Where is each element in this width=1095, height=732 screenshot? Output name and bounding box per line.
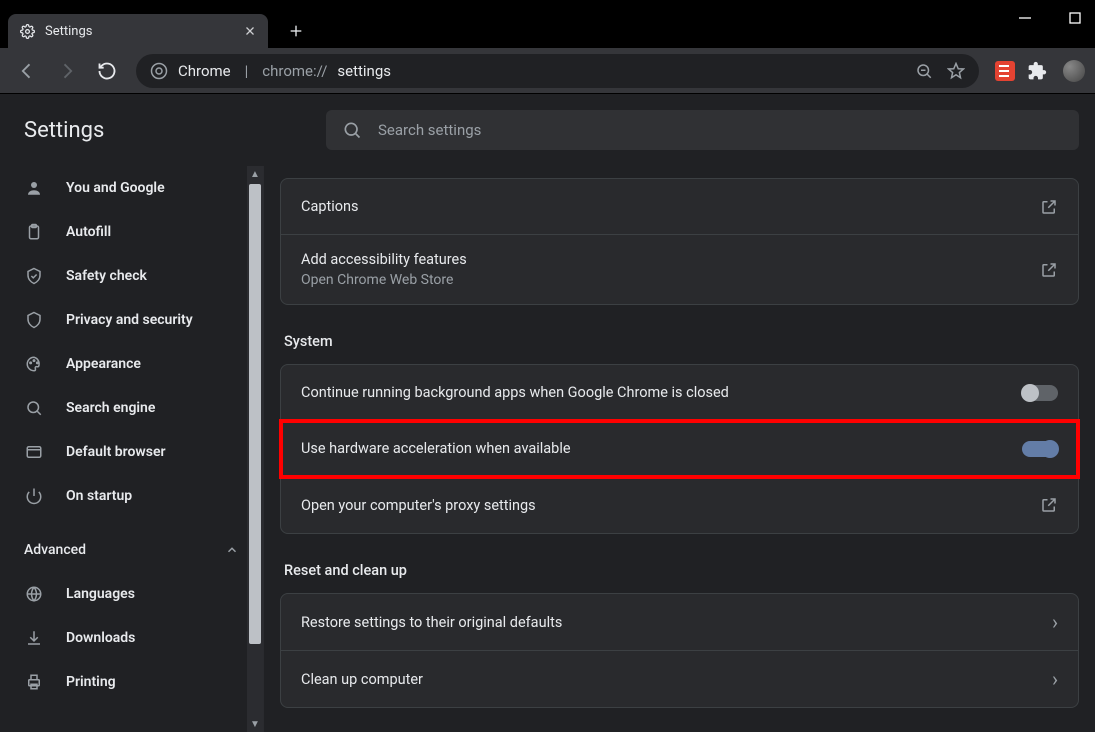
- sidebar-scrollbar[interactable]: ▲ ▼: [247, 166, 263, 732]
- sidebar-item-label: Safety check: [66, 268, 147, 284]
- omnibox-host: Chrome: [178, 62, 231, 80]
- sidebar-advanced-toggle[interactable]: Advanced: [0, 528, 263, 572]
- person-icon: [24, 179, 44, 197]
- sidebar-item-label: Search engine: [66, 400, 155, 416]
- row-label: Restore settings to their original defau…: [301, 614, 562, 631]
- launch-icon: [1040, 261, 1058, 279]
- reload-button[interactable]: [90, 54, 124, 88]
- sidebar-item-downloads[interactable]: Downloads: [0, 616, 263, 660]
- sidebar-item-label: Privacy and security: [66, 312, 193, 328]
- row-hardware-acceleration[interactable]: Use hardware acceleration when available: [281, 421, 1078, 477]
- scrollbar-thumb[interactable]: [249, 184, 261, 644]
- close-tab-icon[interactable]: [244, 25, 256, 37]
- sidebar-item-label: You and Google: [66, 180, 165, 196]
- minimize-window-icon[interactable]: [1011, 4, 1039, 32]
- profile-avatar[interactable]: [1063, 60, 1085, 82]
- omnibox-path-page: settings: [337, 62, 391, 80]
- sidebar-item-default-browser[interactable]: Default browser: [0, 430, 263, 474]
- row-proxy-settings[interactable]: Open your computer's proxy settings: [281, 477, 1078, 533]
- chevron-right-icon: ›: [1052, 610, 1058, 634]
- row-restore-defaults[interactable]: Restore settings to their original defau…: [281, 594, 1078, 651]
- system-card: Continue running background apps when Go…: [280, 364, 1079, 534]
- power-icon: [24, 487, 44, 505]
- browser-icon: [24, 443, 44, 461]
- titlebar: Settings: [0, 0, 1095, 48]
- sidebar-item-on-startup[interactable]: On startup: [0, 474, 263, 518]
- sidebar-item-safety-check[interactable]: Safety check: [0, 254, 263, 298]
- row-background-apps[interactable]: Continue running background apps when Go…: [281, 365, 1078, 421]
- search-icon: [24, 399, 44, 417]
- advanced-label: Advanced: [24, 542, 86, 558]
- browser-toolbar: Chrome | chrome://settings: [0, 48, 1095, 94]
- sidebar-item-autofill[interactable]: Autofill: [0, 210, 263, 254]
- settings-sidebar: You and Google Autofill Safety check Pri…: [0, 94, 264, 732]
- toggle-background-apps[interactable]: [1022, 385, 1058, 401]
- sidebar-item-label: Languages: [66, 586, 135, 602]
- scrollbar-down-icon[interactable]: ▼: [247, 716, 263, 732]
- sidebar-item-label: Autofill: [66, 224, 111, 240]
- section-heading-system: System: [284, 333, 1075, 350]
- shield-check-icon: [24, 267, 44, 285]
- row-label: Clean up computer: [301, 671, 423, 688]
- toggle-hardware-acceleration[interactable]: [1022, 441, 1058, 457]
- extensions-puzzle-icon[interactable]: [1027, 61, 1047, 81]
- globe-icon: [24, 585, 44, 603]
- browser-tab-settings[interactable]: Settings: [8, 14, 268, 48]
- shield-icon: [24, 311, 44, 329]
- sidebar-item-label: Default browser: [66, 444, 166, 460]
- row-label: Open your computer's proxy settings: [301, 497, 536, 514]
- accessibility-card: Captions Add accessibility features Open…: [280, 178, 1079, 305]
- sidebar-item-label: Downloads: [66, 630, 135, 646]
- row-label: Captions: [301, 198, 359, 215]
- launch-icon: [1040, 198, 1058, 216]
- search-placeholder: Search settings: [378, 121, 481, 139]
- sidebar-item-printing[interactable]: Printing: [0, 660, 263, 704]
- tab-title: Settings: [45, 24, 92, 39]
- sidebar-item-appearance[interactable]: Appearance: [0, 342, 263, 386]
- scrollbar-up-icon[interactable]: ▲: [247, 166, 263, 182]
- page-header: Settings Search settings: [0, 94, 1095, 166]
- zoom-icon[interactable]: [915, 62, 933, 80]
- section-heading-reset: Reset and clean up: [284, 562, 1075, 579]
- extension-icons: [995, 60, 1085, 82]
- chrome-icon: [150, 62, 168, 80]
- sidebar-item-privacy-security[interactable]: Privacy and security: [0, 298, 263, 342]
- download-icon: [24, 629, 44, 647]
- launch-icon: [1040, 496, 1058, 514]
- row-label: Add accessibility features: [301, 251, 467, 268]
- bookmark-icon[interactable]: [947, 62, 965, 80]
- todoist-extension-icon[interactable]: [995, 61, 1015, 81]
- sidebar-item-label: Appearance: [66, 356, 141, 372]
- clipboard-icon: [24, 223, 44, 241]
- sidebar-item-you-and-google[interactable]: You and Google: [0, 166, 263, 210]
- forward-button[interactable]: [50, 54, 84, 88]
- row-add-accessibility[interactable]: Add accessibility features Open Chrome W…: [281, 235, 1078, 304]
- reset-card: Restore settings to their original defau…: [280, 593, 1079, 708]
- back-button[interactable]: [10, 54, 44, 88]
- row-label: Continue running background apps when Go…: [301, 384, 729, 401]
- maximize-window-icon[interactable]: [1061, 4, 1089, 32]
- sidebar-item-languages[interactable]: Languages: [0, 572, 263, 616]
- row-cleanup-computer[interactable]: Clean up computer ›: [281, 651, 1078, 707]
- search-settings-input[interactable]: Search settings: [326, 110, 1079, 150]
- gear-icon: [20, 24, 35, 39]
- chevron-up-icon: [225, 543, 239, 557]
- page-title: Settings: [0, 118, 310, 143]
- palette-icon: [24, 355, 44, 373]
- printer-icon: [24, 673, 44, 691]
- row-sublabel: Open Chrome Web Store: [301, 272, 467, 288]
- row-label: Use hardware acceleration when available: [301, 440, 571, 457]
- new-tab-button[interactable]: [282, 17, 310, 45]
- sidebar-item-search-engine[interactable]: Search engine: [0, 386, 263, 430]
- chevron-right-icon: ›: [1052, 667, 1058, 691]
- search-icon: [342, 120, 362, 140]
- settings-main: Captions Add accessibility features Open…: [264, 94, 1095, 732]
- address-bar[interactable]: Chrome | chrome://settings: [136, 54, 979, 88]
- row-captions[interactable]: Captions: [281, 179, 1078, 235]
- window-controls: [1011, 4, 1089, 32]
- omnibox-path-protocol: chrome://: [262, 62, 327, 80]
- sidebar-item-label: On startup: [66, 488, 132, 504]
- sidebar-item-label: Printing: [66, 674, 116, 690]
